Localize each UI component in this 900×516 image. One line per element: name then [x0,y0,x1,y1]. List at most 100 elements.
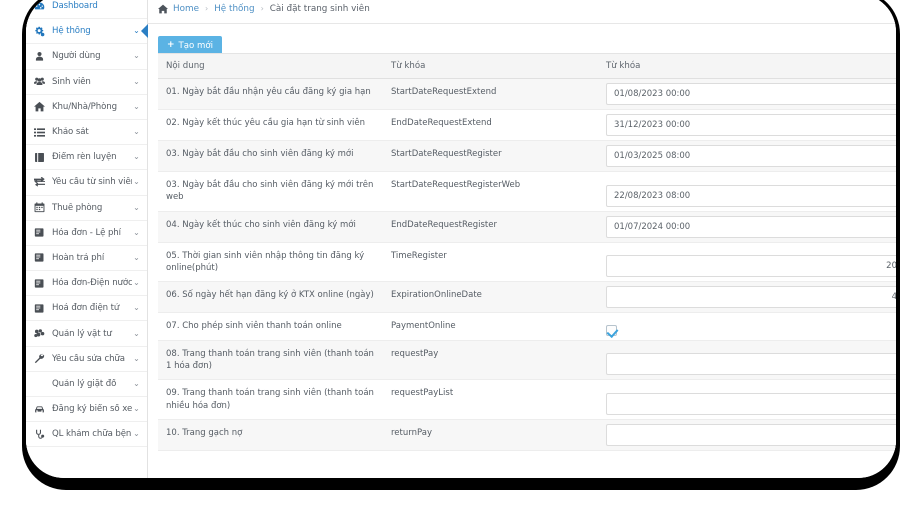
home-icon [158,4,168,14]
invoice-icon [34,303,50,314]
sidebar-item-label: Khu/Nhà/Phòng [52,101,117,112]
table-row: 06. Số ngày hết hạn đăng ký ở KTX online… [158,281,896,314]
sidebar-item-6[interactable]: Điểm rèn luyện ⌄ [26,145,147,171]
value-input[interactable] [606,353,896,376]
sidebar-item-label: Hoá đơn điện tử [52,303,120,314]
sidebar-item-label: Hóa đơn-Điện nước [52,278,132,289]
invoice-icon [34,278,50,289]
column-header-keyword: Từ khóa [383,53,598,79]
sidebar-item-17[interactable]: QL khám chữa bệnh ⌄ [26,422,147,448]
sidebar-item-1[interactable]: Hệ thống ⌄ [26,19,147,45]
sidebar-item-label: Yêu cầu sửa chữa [52,353,125,364]
chevron-down-icon: ⌄ [133,76,140,86]
value-input[interactable] [606,423,896,446]
sidebar-item-14[interactable]: Yêu cầu sửa chữa ⌄ [26,346,147,372]
cell-content: 05. Thời gian sinh viên nhập thông tin đ… [158,242,383,283]
breadcrumb-separator-2: › [260,4,264,13]
chevron-down-icon: ⌄ [133,328,140,338]
chevron-down-icon: ⌄ [133,51,140,61]
value-input[interactable] [606,114,896,136]
toolbar: + Tạo mới [148,24,896,55]
value-input[interactable] [606,145,896,167]
cell-content: 03. Ngày bắt đầu cho sinh viên đăng ký m… [158,171,383,212]
cell-keyword: ExpirationOnlineDate [383,281,598,314]
cell-content: 02. Ngày kết thúc yêu cầu gia hạn từ sin… [158,109,383,141]
sidebar-nav-list: Dashboard Hệ thống ⌄ Người dùng ⌄ Sinh viên ⌄ K… [26,0,147,448]
sidebar-item-2[interactable]: Người dùng ⌄ [26,44,147,70]
users-icon [34,76,50,87]
sidebar-item-5[interactable]: Khảo sát ⌄ [26,119,147,146]
dashboard-icon [34,1,50,12]
breadcrumb-home[interactable]: Home [173,4,199,14]
table-row: 05. Thời gian sinh viên nhập thông tin đ… [158,242,896,283]
main-content: Home › Hệ thống › Cài đặt trang sinh viê… [148,0,896,478]
cell-keyword: requestPay [383,340,598,381]
cell-keyword: PaymentOnline [383,312,598,341]
chevron-down-icon: ⌄ [133,252,140,262]
sidebar-item-9[interactable]: Hóa đơn - Lệ phí ⌄ [26,220,147,246]
cell-keyword: requestPayList [383,379,598,420]
cell-value [598,281,896,314]
value-input[interactable] [606,184,896,207]
invoice-icon [34,227,50,238]
cell-value [598,109,896,141]
sidebar-item-13[interactable]: Quản lý vật tư ⌄ [26,321,147,347]
value-input[interactable] [606,83,896,105]
sidebar-item-label: Hoàn trả phí [52,252,105,263]
cell-content: 07. Cho phép sinh viên thanh toán online [158,312,383,341]
sidebar-item-label: Hóa đơn - Lệ phí [52,227,121,238]
sidebar-item-8[interactable]: Thuê phòng ⌄ [26,195,147,221]
chevron-down-icon: ⌄ [133,404,140,414]
sidebar-item-label: Quản lý vật tư [52,328,112,339]
value-input[interactable] [606,286,896,309]
table-row: 07. Cho phép sinh viên thanh toán online… [158,312,896,341]
cell-content: 09. Trang thanh toán trang sinh viên (th… [158,379,383,420]
sidebar-item-label: QL khám chữa bệnh [52,429,132,440]
sidebar-item-16[interactable]: Đăng ký biển số xe ⌄ [26,397,147,423]
cell-content: 10. Trang gạch nợ [158,419,383,451]
breadcrumb-section[interactable]: Hệ thống [214,4,254,14]
car-icon [34,404,50,415]
sidebar-item-15[interactable]: Quản lý giặt đồ ⌄ [26,371,147,397]
table-row: 03. Ngày bắt đầu cho sinh viên đăng ký m… [158,140,896,172]
value-input[interactable] [606,392,896,415]
cell-value [598,340,896,381]
user-icon [34,51,50,62]
list-icon [34,127,50,138]
chevron-down-icon: ⌄ [133,227,140,237]
sidebar-item-7[interactable]: Yêu cầu từ sinh viên ⌄ [26,170,147,196]
cell-value [598,140,896,172]
sidebar-item-12[interactable]: Hoá đơn điện tử ⌄ [26,296,147,322]
book-icon [34,152,50,163]
table-row: 02. Ngày kết thúc yêu cầu gia hạn từ sin… [158,109,896,141]
chevron-down-icon: ⌄ [133,152,140,162]
stethoscope-icon [34,429,50,440]
table-row: 04. Ngày kết thúc cho sinh viên đăng ký … [158,211,896,243]
cell-value [598,419,896,451]
sidebar-item-11[interactable]: Hóa đơn-Điện nước ⌄ [26,271,147,297]
column-header-content: Nội dung [158,53,383,79]
sidebar-item-4[interactable]: Khu/Nhà/Phòng ⌄ [26,94,147,120]
cell-content: 06. Số ngày hết hạn đăng ký ở KTX online… [158,281,383,314]
sidebar-item-label: Đăng ký biển số xe [52,404,132,415]
sidebar-item-0[interactable]: Dashboard [26,0,147,20]
breadcrumb-current: Cài đặt trang sinh viên [269,3,370,14]
table-body: 01. Ngày bắt đầu nhận yêu cầu đăng ký gi… [158,78,896,451]
create-new-label: Tạo mới [178,40,214,51]
sidebar-item-10[interactable]: Hoàn trả phí ⌄ [26,245,147,272]
cell-keyword: StartDateRequestExtend [383,78,598,110]
sidebar-item-label: Khảo sát [52,127,89,138]
sidebar-item-label: Yêu cầu từ sinh viên [52,177,132,188]
value-checkbox[interactable] [606,324,617,336]
chevron-down-icon: ⌄ [133,278,140,288]
value-input[interactable] [606,215,896,238]
cell-keyword: StartDateRequestRegisterWeb [383,171,598,212]
cell-content: 03. Ngày bắt đầu cho sinh viên đăng ký m… [158,140,383,172]
chevron-down-icon: ⌄ [133,177,140,187]
sidebar-item-3[interactable]: Sinh viên ⌄ [26,69,147,95]
cell-keyword: EndDateRequestRegister [383,211,598,243]
boxes-icon [34,328,50,339]
cell-value [598,312,896,341]
value-input[interactable] [606,255,896,278]
chevron-down-icon: ⌄ [133,429,140,439]
